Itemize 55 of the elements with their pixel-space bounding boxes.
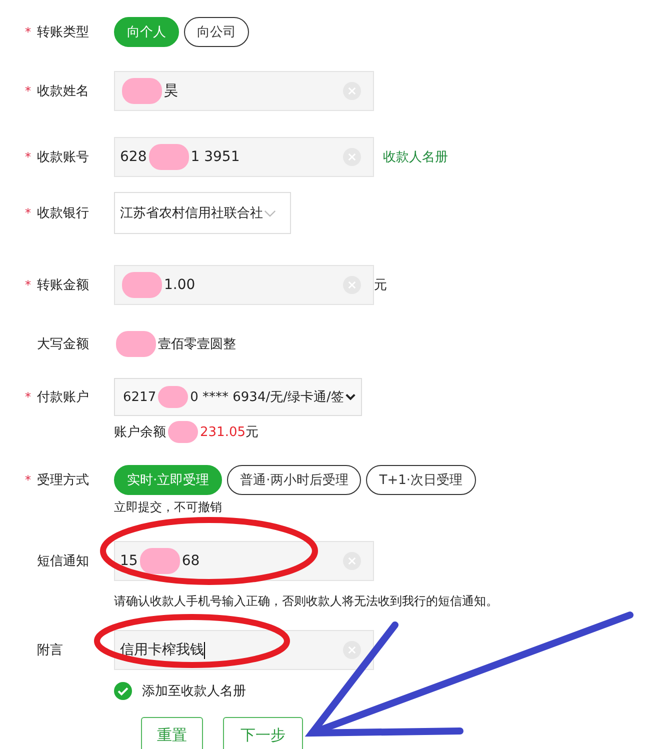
field-label: 大写金额	[37, 336, 89, 353]
field-value: 信用卡榨我钱	[120, 641, 204, 659]
form-button[interactable]: 重置	[141, 717, 203, 749]
balance-label: 账户余额	[114, 424, 166, 441]
input-field[interactable]: 15 68	[114, 541, 374, 581]
amount-in-words: 壹佰零壹圆整	[158, 336, 236, 353]
clear-icon[interactable]	[343, 552, 361, 570]
clear-icon[interactable]	[343, 82, 361, 100]
redaction-blob	[122, 78, 162, 104]
clear-icon[interactable]	[343, 641, 361, 659]
input-field[interactable]: 628 1 3951	[114, 137, 374, 177]
chevron-down-icon	[345, 393, 356, 401]
field-value: 628	[120, 149, 147, 165]
field-label: * 受理方式	[25, 472, 89, 489]
clear-icon[interactable]	[343, 148, 361, 166]
checkbox[interactable]	[114, 682, 132, 700]
field-label: * 收款银行	[25, 205, 89, 222]
field-value: 1.00	[164, 277, 196, 293]
field-value: 15	[120, 553, 138, 569]
redaction-blob	[148, 144, 189, 170]
hint-text: 立即提交，不可撤销	[114, 499, 223, 516]
payee-list-link[interactable]: 收款人名册	[383, 148, 448, 166]
bank-select[interactable]: 江苏省农村信用社联合社	[114, 192, 291, 234]
hint-text: 请确认收款人手机号输入正确，否则收款人将无法收到我行的短信通知。	[114, 593, 499, 610]
field-value: 68	[182, 553, 200, 569]
option-button[interactable]: T+1·次日受理	[366, 465, 476, 495]
account-select[interactable]: 6217 0 **** 6934/无/绿卡通/签	[114, 378, 362, 416]
field-label: * 付款账户	[25, 389, 89, 406]
field-value: 1 3951	[190, 149, 240, 165]
redaction-blob	[122, 272, 162, 298]
unit-label: 元	[374, 277, 387, 294]
field-label: * 转账类型	[25, 24, 89, 41]
field-label: * 转账金额	[25, 277, 89, 294]
redaction-blob	[158, 386, 188, 408]
redaction-blob	[140, 548, 180, 574]
form-button[interactable]: 下一步	[223, 717, 303, 749]
option-button[interactable]: 向公司	[184, 17, 249, 47]
field-label: 附言	[37, 642, 63, 659]
unit-label: 元	[246, 424, 258, 441]
redaction-blob	[168, 421, 198, 443]
field-value: 6217	[123, 390, 156, 404]
option-button[interactable]: 普通·两小时后受理	[227, 465, 362, 495]
field-value: 江苏省农村信用社联合社	[120, 205, 263, 222]
input-field[interactable]: 1.00	[114, 265, 374, 305]
input-field[interactable]: 昊	[114, 71, 374, 111]
clear-icon[interactable]	[343, 276, 361, 294]
redaction-blob	[116, 331, 156, 357]
checkbox-label: 添加至收款人名册	[142, 683, 246, 700]
field-label: * 收款姓名	[25, 83, 89, 100]
balance-amount: 231.05	[200, 424, 246, 440]
field-value: 0 **** 6934/无/绿卡通/签	[190, 389, 344, 406]
field-label: * 收款账号	[25, 149, 89, 166]
field-label: 短信通知	[37, 553, 89, 570]
chevron-down-icon	[264, 210, 276, 216]
field-value: 昊	[164, 82, 178, 100]
